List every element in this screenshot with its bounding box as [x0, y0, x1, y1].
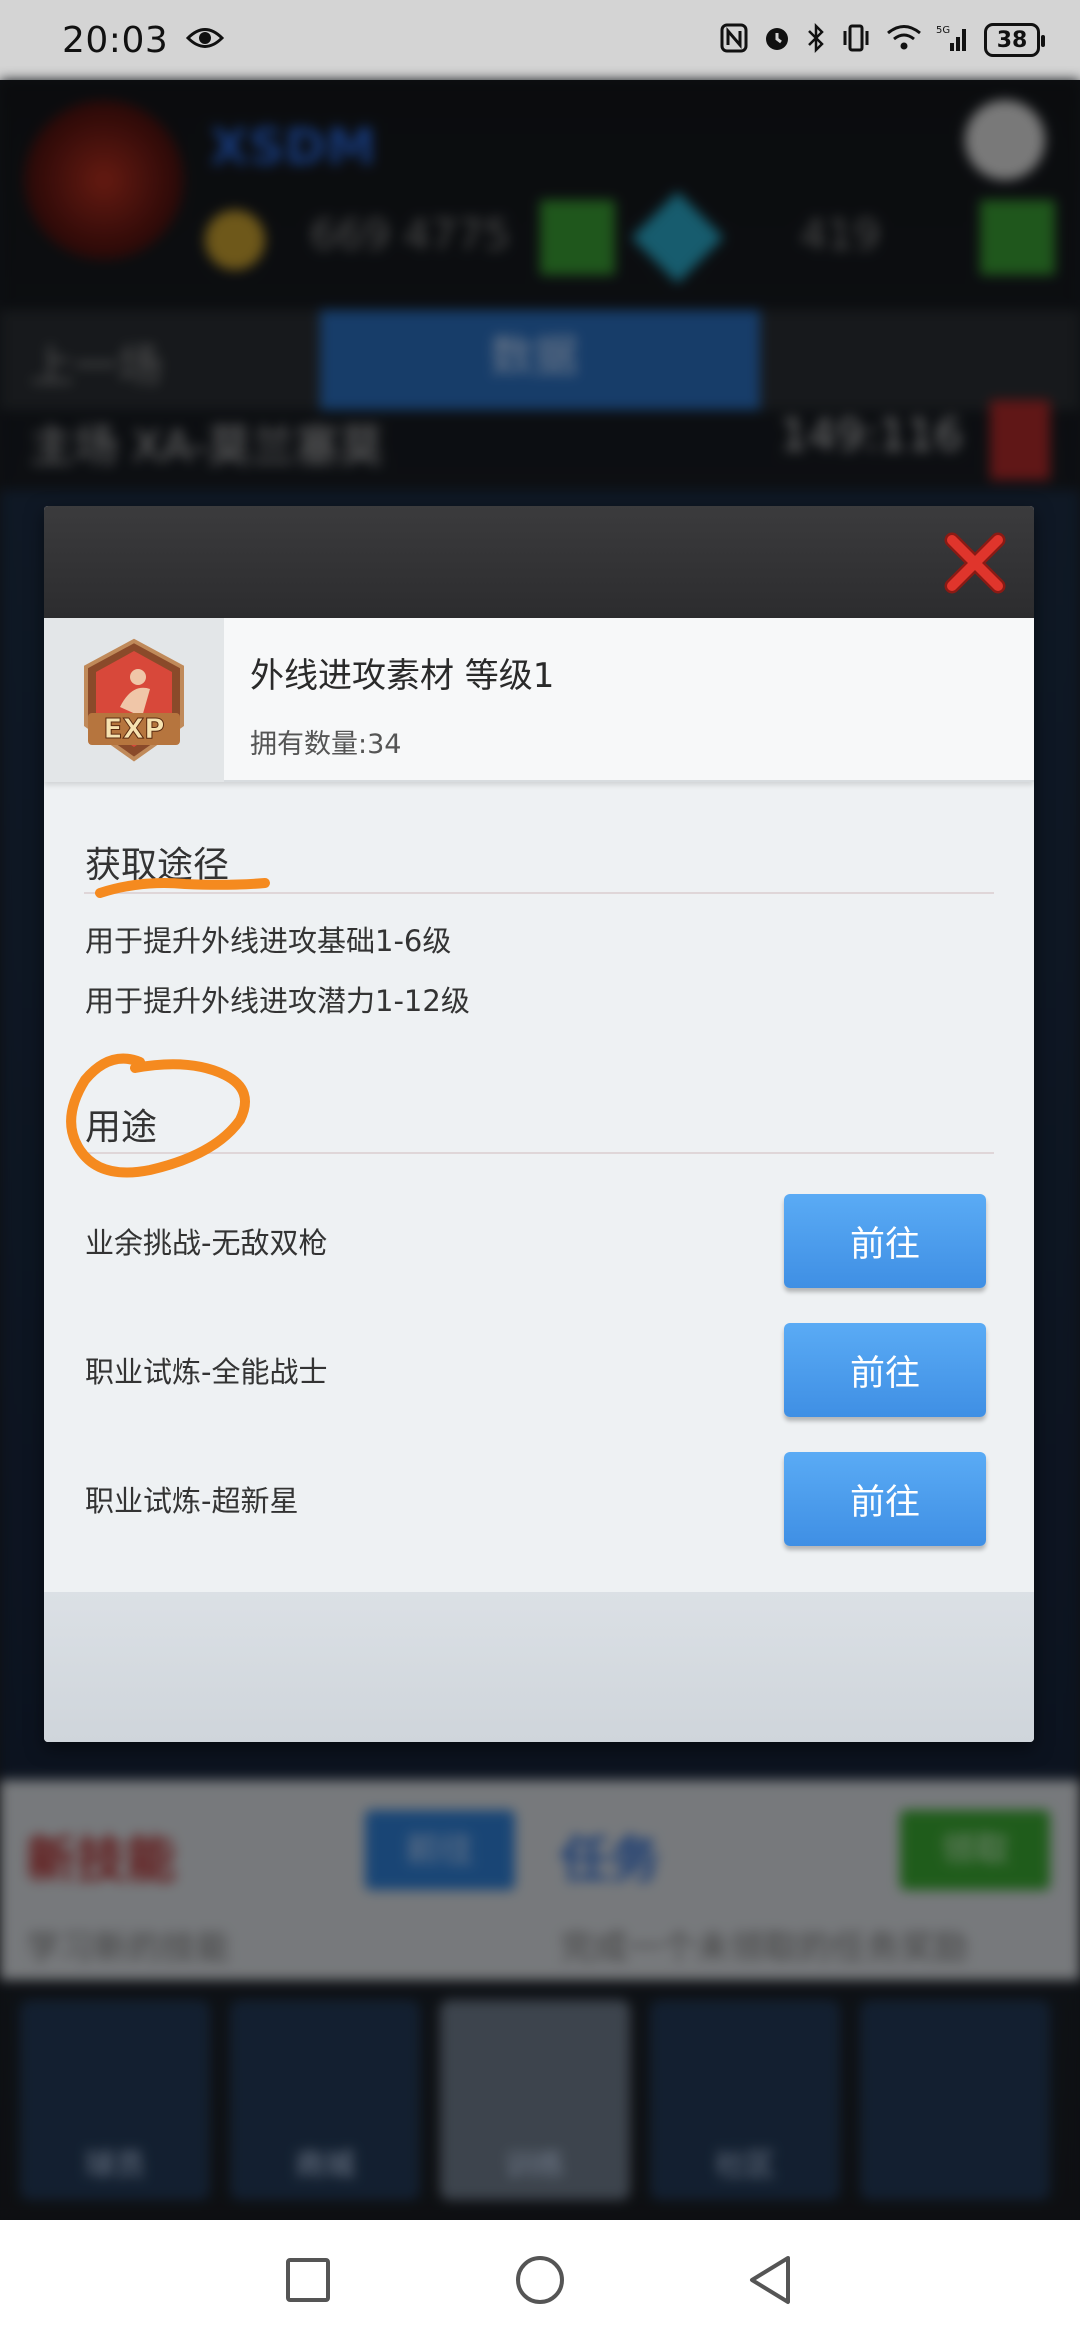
circle-annotation [66, 1053, 250, 1178]
recents-button[interactable] [278, 2250, 338, 2310]
system-nav-bar [0, 2220, 1080, 2340]
circle-icon [516, 2256, 564, 2304]
back-triangle-icon [750, 2256, 790, 2304]
home-button[interactable] [510, 2250, 570, 2310]
annotation-marks [66, 878, 270, 1178]
square-icon [286, 2258, 330, 2302]
underline-annotation [95, 878, 270, 898]
back-button[interactable] [740, 2250, 800, 2310]
